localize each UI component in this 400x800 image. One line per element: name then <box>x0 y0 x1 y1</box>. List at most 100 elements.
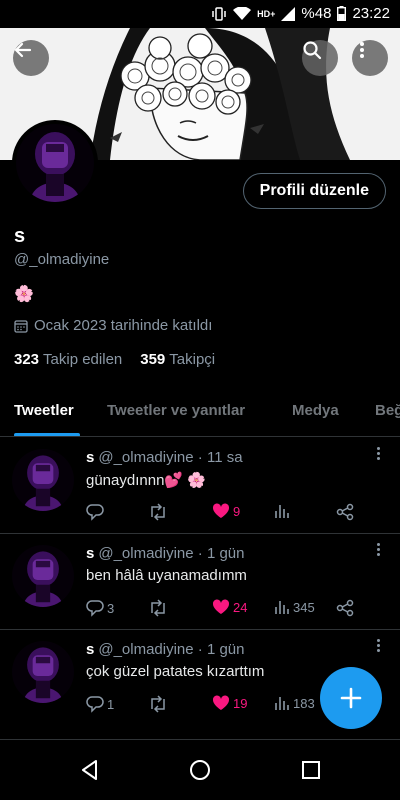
tweet-item[interactable]: s @_olmadiyine · 1 gün ben hâlâ uyanamadı… <box>0 533 400 630</box>
tweet-author-name: s <box>86 641 95 658</box>
battery-level: %48 <box>301 5 332 22</box>
heart-icon <box>212 503 230 518</box>
following-label: Takip edilen <box>43 351 123 368</box>
profile-name: s <box>14 225 26 247</box>
tweet-more-button[interactable] <box>374 639 382 652</box>
reply-icon <box>86 696 104 713</box>
tweet-header: s @_olmadiyine · 1 gün <box>86 641 245 658</box>
views-button[interactable] <box>274 503 293 519</box>
back-button[interactable] <box>13 40 49 76</box>
vibrate-icon <box>211 6 227 21</box>
reply-count: 3 <box>107 600 115 616</box>
like-count: 24 <box>233 599 248 615</box>
search-icon <box>303 41 322 60</box>
avatar-image <box>12 545 74 607</box>
tweet-avatar[interactable] <box>12 545 74 607</box>
retweet-icon <box>151 599 165 617</box>
system-nav-bar <box>0 740 400 800</box>
views-button[interactable]: 345 <box>274 599 315 615</box>
tab-media[interactable]: Medya <box>292 402 339 419</box>
retweet-icon <box>151 503 165 521</box>
followers-link[interactable]: 359 Takipçi <box>140 351 215 368</box>
reply-button[interactable] <box>86 503 107 521</box>
share-icon <box>336 599 354 617</box>
reply-button[interactable]: 3 <box>86 599 114 617</box>
followers-count: 359 <box>140 351 166 368</box>
heart-icon <box>212 599 230 614</box>
like-count: 9 <box>233 503 241 519</box>
tweet-author-name: s <box>86 449 95 466</box>
tweet-text: çok güzel patates kızarttım <box>86 663 265 680</box>
nav-home-button[interactable] <box>188 758 212 782</box>
more-vertical-icon <box>360 42 364 58</box>
tweet-text: ben hâlâ uyanamadımm <box>86 567 247 584</box>
nav-recents-icon <box>302 761 320 779</box>
tweet-author-name: s <box>86 545 95 562</box>
profile-avatar[interactable] <box>12 120 98 206</box>
avatar-image <box>12 449 74 511</box>
share-button[interactable] <box>336 599 354 617</box>
join-date-text: Ocak 2023 tarihinde katıldı <box>34 317 213 334</box>
following-count: 323 <box>14 351 40 368</box>
nav-back-button[interactable] <box>78 758 102 782</box>
tweet-time: · 1 gün <box>197 641 245 658</box>
back-arrow-icon <box>14 42 32 58</box>
reply-icon <box>86 600 104 617</box>
nav-recents-button[interactable] <box>299 758 323 782</box>
view-count: 183 <box>293 695 315 711</box>
join-date: Ocak 2023 tarihinde katıldı <box>14 317 212 334</box>
tweet-author-handle: @_olmadiyine <box>98 449 194 466</box>
tab-tweets[interactable]: Tweetler <box>14 402 74 419</box>
follow-stats: 323 Takip edilen 359 Takipçi <box>14 351 215 368</box>
tweet-actions: 9 <box>86 503 366 525</box>
tweet-more-button[interactable] <box>374 447 382 460</box>
tab-tweets-replies[interactable]: Tweetler ve yanıtlar <box>107 402 245 419</box>
tweet-time: · 11 sa <box>197 449 243 466</box>
tweet-avatar[interactable] <box>12 641 74 703</box>
avatar-image <box>16 124 94 202</box>
view-count: 345 <box>293 599 315 615</box>
retweet-button[interactable] <box>148 695 171 713</box>
edit-profile-button[interactable]: Profili düzenle <box>242 173 386 209</box>
search-button[interactable] <box>302 40 338 76</box>
profile-bio: 🌸 <box>14 286 34 303</box>
retweet-icon <box>151 695 165 713</box>
following-link[interactable]: 323 Takip edilen <box>14 351 122 368</box>
clock: 23:22 <box>352 5 390 22</box>
plus-icon <box>340 687 362 709</box>
tweet-more-button[interactable] <box>374 543 382 556</box>
heart-icon <box>212 695 230 710</box>
retweet-button[interactable] <box>148 599 171 617</box>
nav-home-icon <box>190 760 210 780</box>
followers-label: Takipçi <box>169 351 216 368</box>
tweet-author-handle: @_olmadiyine <box>98 641 194 658</box>
views-icon <box>275 601 289 614</box>
tweet-item[interactable]: s @_olmadiyine · 11 sa günaydınnn💕 🌸 9 <box>0 437 400 534</box>
views-button[interactable]: 183 <box>274 695 315 711</box>
more-options-button[interactable] <box>352 40 388 76</box>
reply-button[interactable]: 1 <box>86 695 114 713</box>
views-icon <box>275 697 289 710</box>
views-icon <box>275 505 289 518</box>
share-button[interactable] <box>336 503 354 521</box>
profile-tabs: Tweetler Tweetler ve yanıtlar Medya Beğ <box>0 392 400 437</box>
like-button[interactable]: 9 <box>212 503 240 519</box>
tweet-time: · 1 gün <box>197 545 245 562</box>
avatar-image <box>12 641 74 703</box>
network-type: HD+ <box>257 8 276 19</box>
retweet-button[interactable] <box>148 503 171 521</box>
share-icon <box>336 503 354 521</box>
like-count: 19 <box>233 695 248 711</box>
tweet-avatar[interactable] <box>12 449 74 511</box>
like-button[interactable]: 24 <box>212 599 247 615</box>
like-button[interactable]: 19 <box>212 695 247 711</box>
tab-likes[interactable]: Beğ <box>375 402 400 419</box>
wifi-icon <box>233 6 252 21</box>
tweet-header: s @_olmadiyine · 11 sa <box>86 449 243 466</box>
reply-count: 1 <box>107 696 115 712</box>
status-bar: HD+ %48 23:22 <box>0 0 400 28</box>
compose-tweet-button[interactable] <box>320 667 382 729</box>
calendar-icon <box>14 319 28 333</box>
profile-handle: @_olmadiyine <box>14 251 110 268</box>
signal-icon <box>281 6 296 21</box>
